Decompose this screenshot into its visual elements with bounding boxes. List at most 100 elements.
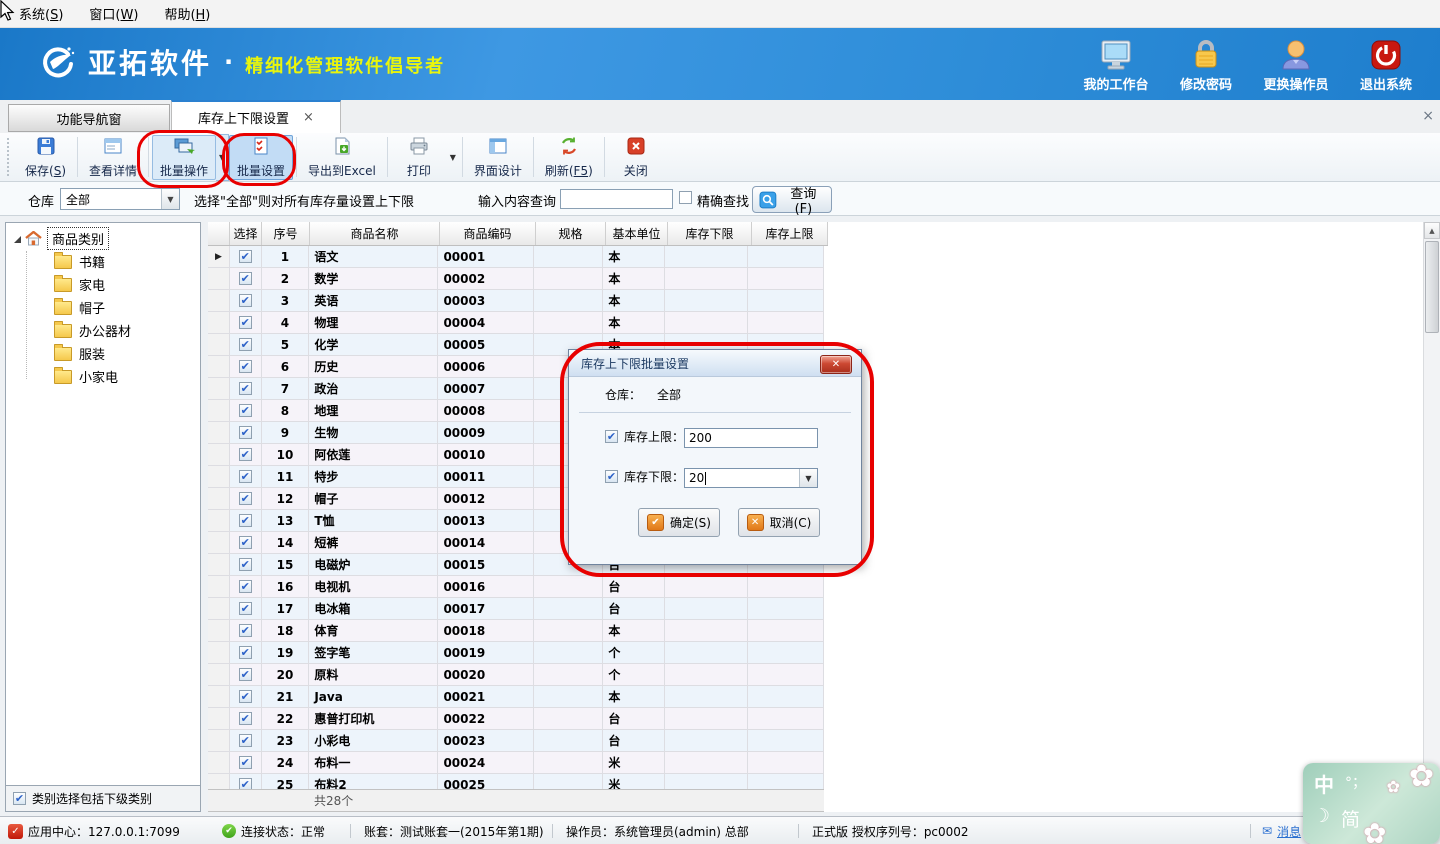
ok-button[interactable]: ✔ 确定(S) xyxy=(638,508,720,537)
row-lower-cell[interactable] xyxy=(665,246,748,268)
row-checkbox[interactable]: ✔ xyxy=(239,778,252,789)
lower-limit-combo[interactable]: 20 ▼ xyxy=(684,468,818,488)
ime-toolbar[interactable]: ✿ ✿ ✿ 中 °； ☽ 简 xyxy=(1303,763,1440,844)
dialog-close-icon[interactable]: ✕ xyxy=(820,355,852,374)
row-checkbox[interactable]: ✔ xyxy=(239,338,252,351)
tree-item-6[interactable]: 小家电 xyxy=(6,365,200,388)
tab-stock-limit-settings[interactable]: 库存上下限设置 × xyxy=(171,100,341,133)
row-checkbox[interactable]: ✔ xyxy=(239,272,252,285)
row-checkbox[interactable]: ✔ xyxy=(239,756,252,769)
row-checkbox[interactable]: ✔ xyxy=(239,668,252,681)
toolbar-button-close[interactable]: 关闭 xyxy=(608,135,664,180)
table-row[interactable]: ▶✔1语文00001本 xyxy=(208,246,824,268)
toolbar-dropdown-arrow-icon[interactable]: ▼ xyxy=(216,134,229,181)
ime-simplified-indicator[interactable]: 简 xyxy=(1341,805,1360,832)
ime-moon-icon[interactable]: ☽ xyxy=(1313,805,1330,827)
row-select-cell[interactable]: ✔ xyxy=(230,312,262,334)
tree-expander-icon[interactable] xyxy=(14,236,21,243)
row-upper-cell[interactable] xyxy=(748,752,824,774)
row-checkbox[interactable]: ✔ xyxy=(239,294,252,307)
row-upper-cell[interactable] xyxy=(748,290,824,312)
row-lower-cell[interactable] xyxy=(665,620,748,642)
warehouse-select[interactable]: 全部 ▼ xyxy=(60,188,180,210)
toolbar-button-save[interactable]: 保存(S) xyxy=(17,135,74,180)
row-select-cell[interactable]: ✔ xyxy=(230,532,262,554)
row-lower-cell[interactable] xyxy=(665,268,748,290)
tree-item-2[interactable]: 家电 xyxy=(6,273,200,296)
row-select-cell[interactable]: ✔ xyxy=(230,620,262,642)
table-row[interactable]: ✔25布料200025米 xyxy=(208,774,824,789)
row-select-cell[interactable]: ✔ xyxy=(230,268,262,290)
row-checkbox[interactable]: ✔ xyxy=(239,492,252,505)
row-checkbox[interactable]: ✔ xyxy=(239,382,252,395)
row-checkbox[interactable]: ✔ xyxy=(239,646,252,659)
grid-column-header[interactable]: 序号 xyxy=(262,222,310,245)
menu-item-help[interactable]: 帮助(H) xyxy=(151,3,223,28)
row-checkbox[interactable]: ✔ xyxy=(239,360,252,373)
row-lower-cell[interactable] xyxy=(665,290,748,312)
row-upper-cell[interactable] xyxy=(748,246,824,268)
table-row[interactable]: ✔19签字笔00019个 xyxy=(208,642,824,664)
row-checkbox[interactable]: ✔ xyxy=(239,470,252,483)
row-upper-cell[interactable] xyxy=(748,620,824,642)
toolbar-button-view-detail[interactable]: 查看详情 xyxy=(81,135,145,180)
row-upper-cell[interactable] xyxy=(748,774,824,789)
toolbar-button-ui-design[interactable]: 界面设计 xyxy=(466,135,530,180)
row-checkbox[interactable]: ✔ xyxy=(239,448,252,461)
row-select-cell[interactable]: ✔ xyxy=(230,598,262,620)
row-upper-cell[interactable] xyxy=(748,730,824,752)
row-checkbox[interactable]: ✔ xyxy=(239,712,252,725)
row-lower-cell[interactable] xyxy=(665,664,748,686)
row-checkbox[interactable]: ✔ xyxy=(239,602,252,615)
tree-item-5[interactable]: 服装 xyxy=(6,342,200,365)
table-row[interactable]: ✔22惠普打印机00022台 xyxy=(208,708,824,730)
row-lower-cell[interactable] xyxy=(665,686,748,708)
row-select-cell[interactable]: ✔ xyxy=(230,290,262,312)
row-select-cell[interactable]: ✔ xyxy=(230,752,262,774)
tabstrip-close-icon[interactable]: × xyxy=(1422,108,1434,124)
row-select-cell[interactable]: ✔ xyxy=(230,400,262,422)
row-lower-cell[interactable] xyxy=(665,598,748,620)
table-row[interactable]: ✔18体育00018本 xyxy=(208,620,824,642)
grid-column-header[interactable]: 商品编码 xyxy=(440,222,536,245)
grid-column-header[interactable]: 规格 xyxy=(536,222,606,245)
row-lower-cell[interactable] xyxy=(665,642,748,664)
table-row[interactable]: ✔16电视机00016台 xyxy=(208,576,824,598)
row-select-cell[interactable]: ✔ xyxy=(230,730,262,752)
ime-punct-indicator[interactable]: °； xyxy=(1345,772,1366,792)
grid-column-header[interactable]: 库存上限 xyxy=(752,222,828,245)
table-row[interactable]: ✔4物理00004本 xyxy=(208,312,824,334)
row-select-cell[interactable]: ✔ xyxy=(230,378,262,400)
row-checkbox[interactable]: ✔ xyxy=(239,404,252,417)
vertical-scrollbar[interactable]: ▲ ▼ xyxy=(1423,222,1440,812)
row-upper-cell[interactable] xyxy=(748,708,824,730)
toolbar-button-export-excel[interactable]: 导出到Excel xyxy=(300,135,384,180)
dialog-titlebar[interactable]: 库存上下限批量设置 ✕ xyxy=(569,350,861,377)
tree-root-item[interactable]: 商品类别 xyxy=(6,226,200,250)
upper-limit-input[interactable]: 200 xyxy=(684,428,818,448)
tab-nav-window[interactable]: 功能导航窗 xyxy=(8,104,170,132)
row-upper-cell[interactable] xyxy=(748,576,824,598)
row-checkbox[interactable]: ✔ xyxy=(239,624,252,637)
grid-column-header[interactable]: 商品名称 xyxy=(310,222,440,245)
table-row[interactable]: ✔21Java00021本 xyxy=(208,686,824,708)
row-checkbox[interactable]: ✔ xyxy=(239,250,252,263)
row-lower-cell[interactable] xyxy=(665,752,748,774)
ime-lang-indicator[interactable]: 中 xyxy=(1314,769,1334,798)
row-select-cell[interactable]: ✔ xyxy=(230,686,262,708)
table-row[interactable]: ✔24布料一00024米 xyxy=(208,752,824,774)
row-select-cell[interactable]: ✔ xyxy=(230,774,262,789)
row-select-cell[interactable]: ✔ xyxy=(230,422,262,444)
header-action-switch-operator[interactable]: 更换操作员 xyxy=(1256,36,1336,93)
row-select-cell[interactable]: ✔ xyxy=(230,488,262,510)
row-select-cell[interactable]: ✔ xyxy=(230,708,262,730)
row-upper-cell[interactable] xyxy=(748,686,824,708)
row-select-cell[interactable]: ✔ xyxy=(230,576,262,598)
row-upper-cell[interactable] xyxy=(748,642,824,664)
scroll-up-icon[interactable]: ▲ xyxy=(1424,222,1440,239)
row-lower-cell[interactable] xyxy=(665,708,748,730)
toolbar-button-refresh[interactable]: 刷新(F5) xyxy=(537,135,601,180)
chevron-down-icon[interactable]: ▼ xyxy=(799,469,817,487)
row-checkbox[interactable]: ✔ xyxy=(239,580,252,593)
toolbar-dropdown-arrow-icon[interactable]: ▼ xyxy=(447,135,459,180)
